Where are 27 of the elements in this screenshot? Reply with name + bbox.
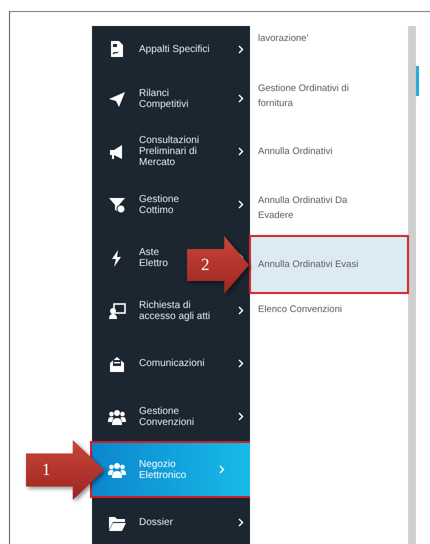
submenu-item[interactable]: Annulla Ordinativi Da Evadere: [250, 180, 408, 236]
scroll-bar[interactable]: [408, 26, 416, 544]
group-icon: [108, 460, 126, 478]
submenu-item[interactable]: Annulla Ordinativi Evasi: [250, 236, 408, 293]
sidebar-item[interactable]: Comunicazioni: [139, 358, 205, 369]
submenu-item[interactable]: lavorazione': [250, 26, 408, 68]
group-icon: [108, 408, 126, 426]
sidebar-item[interactable]: Consultazioni Preliminari di Mercato: [139, 135, 213, 168]
callout-arrow: [187, 236, 249, 294]
sidebar-item[interactable]: Aste Elettro: [139, 246, 168, 268]
sidebar-item[interactable]: Richiesta di accesso agli atti: [139, 300, 213, 322]
callout-number: 1: [42, 460, 50, 480]
sidebar-item[interactable]: Rilanci Competitivi: [139, 88, 213, 110]
paper-plane-icon: [108, 90, 126, 108]
funnel-icon: [108, 196, 126, 214]
envelope-icon: [108, 354, 126, 372]
accent-bar: [416, 66, 419, 96]
callout-number: 2: [201, 255, 210, 275]
submenu-item[interactable]: Gestione Ordinativi di fornitura: [250, 68, 408, 124]
submenu-item[interactable]: Annulla Ordinativi: [250, 124, 408, 180]
sidebar-item[interactable]: Dossier: [139, 517, 173, 528]
presenter-icon: [108, 302, 126, 320]
submenu-item[interactable]: Elenco Convenzioni: [250, 293, 408, 327]
sidebar-item[interactable]: Gestione Convenzioni: [139, 406, 213, 428]
sidebar-item[interactable]: Appalti Specifici: [139, 44, 210, 54]
sidebar-item[interactable]: Gestione Cottimo: [139, 194, 213, 216]
document-icon: [108, 40, 126, 58]
